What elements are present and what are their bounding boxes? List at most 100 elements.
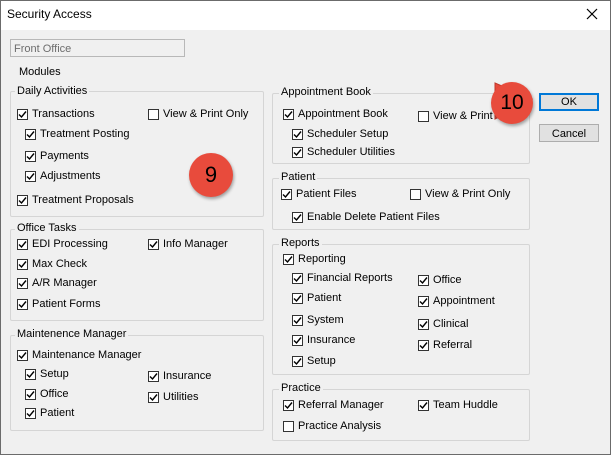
financial-reports-checkbox[interactable]: Financial Reports — [292, 272, 393, 284]
checkbox-checked-icon[interactable] — [292, 211, 303, 223]
checkbox-checked-icon[interactable] — [292, 128, 303, 140]
patient-forms-checkbox[interactable]: Patient Forms — [17, 298, 100, 310]
reports-insurance-checkbox[interactable]: Insurance — [292, 334, 355, 346]
checkbox-checked-icon[interactable] — [148, 391, 159, 403]
checkbox-checked-icon[interactable] — [25, 128, 36, 140]
scheduler-setup-checkbox[interactable]: Scheduler Setup — [292, 128, 388, 140]
patient-view-print-only-checkbox[interactable]: View & Print Only — [410, 188, 510, 200]
checkbox-checked-icon[interactable] — [25, 150, 36, 162]
checkbox-checked-icon[interactable] — [292, 292, 303, 304]
reports-setup-checkbox[interactable]: Setup — [292, 355, 336, 367]
checkbox-checked-icon[interactable] — [148, 238, 159, 250]
checkbox-checked-icon[interactable] — [418, 339, 429, 351]
checkbox-label: Appointment — [433, 295, 495, 307]
treatment-proposals-checkbox[interactable]: Treatment Proposals — [17, 194, 134, 206]
checkbox-label: A/R Manager — [32, 277, 97, 289]
payments-checkbox[interactable]: Payments — [25, 150, 89, 162]
checkbox-label: Financial Reports — [307, 272, 393, 284]
checkbox-checked-icon[interactable] — [148, 370, 159, 382]
checkbox-label: Treatment Posting — [40, 128, 130, 140]
transactions-checkbox[interactable]: Transactions — [17, 108, 95, 120]
maintenance-manager-checkbox[interactable]: Maintenance Manager — [17, 349, 141, 361]
checkbox-label: Patient — [307, 292, 342, 304]
ar-manager-checkbox[interactable]: A/R Manager — [17, 277, 97, 289]
maintenance-manager-legend: Maintenence Manager — [15, 328, 129, 340]
adjustments-checkbox[interactable]: Adjustments — [25, 170, 101, 182]
practice-analysis-checkbox[interactable]: Practice Analysis — [283, 420, 381, 432]
reporting-checkbox[interactable]: Reporting — [283, 253, 346, 265]
scheduler-utilities-checkbox[interactable]: Scheduler Utilities — [292, 146, 395, 158]
checkbox-checked-icon[interactable] — [17, 258, 28, 270]
checkbox-label: Office — [40, 388, 69, 400]
appointment-book-checkbox[interactable]: Appointment Book — [283, 108, 388, 120]
ok-button[interactable]: OK — [539, 93, 599, 111]
checkbox-label: Office — [433, 274, 462, 286]
info-manager-checkbox[interactable]: Info Manager — [148, 238, 228, 250]
checkbox-checked-icon[interactable] — [17, 277, 28, 289]
checkbox-checked-icon[interactable] — [292, 272, 303, 284]
checkbox-checked-icon[interactable] — [292, 146, 303, 158]
security-access-dialog: Security Access Front Office Modules Dai… — [0, 0, 611, 455]
reports-legend: Reports — [279, 237, 322, 249]
checkbox-checked-icon[interactable] — [292, 355, 303, 367]
checkbox-checked-icon[interactable] — [283, 108, 294, 120]
modules-label: Modules — [19, 66, 61, 78]
reports-patient-checkbox[interactable]: Patient — [292, 292, 341, 304]
checkbox-unchecked-icon[interactable] — [148, 108, 159, 120]
reports-referral-checkbox[interactable]: Referral — [418, 339, 472, 351]
checkbox-checked-icon[interactable] — [292, 334, 303, 346]
reports-office-checkbox[interactable]: Office — [418, 274, 462, 286]
checkbox-label: Setup — [307, 355, 336, 367]
checkbox-checked-icon[interactable] — [17, 108, 28, 120]
treatment-posting-checkbox[interactable]: Treatment Posting — [25, 128, 129, 140]
checkbox-checked-icon[interactable] — [283, 253, 294, 265]
checkbox-label: Payments — [40, 150, 89, 162]
checkbox-checked-icon[interactable] — [17, 349, 28, 361]
checkbox-label: Referral Manager — [298, 399, 384, 411]
checkbox-checked-icon[interactable] — [418, 399, 429, 411]
edi-processing-checkbox[interactable]: EDI Processing — [17, 238, 108, 250]
max-check-checkbox[interactable]: Max Check — [17, 258, 87, 270]
daily-view-print-only-checkbox[interactable]: View & Print Only — [148, 108, 248, 120]
checkbox-unchecked-icon[interactable] — [410, 188, 421, 200]
close-icon[interactable] — [583, 5, 601, 23]
mm-patient-checkbox[interactable]: Patient — [25, 407, 74, 419]
checkbox-label: Max Check — [32, 258, 88, 270]
practice-group — [272, 389, 530, 441]
checkbox-label: Team Huddle — [433, 399, 498, 411]
checkbox-label: Insurance — [307, 334, 356, 346]
checkbox-label: Transactions — [32, 108, 95, 120]
checkbox-label: Adjustments — [40, 170, 101, 182]
checkbox-checked-icon[interactable] — [283, 399, 294, 411]
checkbox-checked-icon[interactable] — [418, 274, 429, 286]
mm-utilities-checkbox[interactable]: Utilities — [148, 391, 198, 403]
checkbox-checked-icon[interactable] — [292, 314, 303, 326]
referral-manager-checkbox[interactable]: Referral Manager — [283, 399, 384, 411]
reports-clinical-checkbox[interactable]: Clinical — [418, 318, 468, 330]
checkbox-unchecked-icon[interactable] — [418, 110, 429, 122]
daily-activities-legend: Daily Activities — [15, 85, 90, 97]
checkbox-checked-icon[interactable] — [281, 188, 292, 200]
checkbox-checked-icon[interactable] — [17, 298, 28, 310]
checkbox-checked-icon[interactable] — [25, 388, 36, 400]
enable-delete-patient-files-checkbox[interactable]: Enable Delete Patient Files — [292, 211, 440, 223]
checkbox-checked-icon[interactable] — [17, 194, 28, 206]
reports-system-checkbox[interactable]: System — [292, 314, 344, 326]
checkbox-checked-icon[interactable] — [25, 407, 36, 419]
mm-office-checkbox[interactable]: Office — [25, 388, 69, 400]
cancel-button[interactable]: Cancel — [539, 124, 599, 142]
checkbox-unchecked-icon[interactable] — [283, 420, 294, 432]
checkbox-checked-icon[interactable] — [25, 170, 36, 182]
reports-appointment-checkbox[interactable]: Appointment — [418, 295, 495, 307]
mm-insurance-checkbox[interactable]: Insurance — [148, 370, 211, 382]
checkbox-checked-icon[interactable] — [17, 238, 28, 250]
checkbox-checked-icon[interactable] — [418, 318, 429, 330]
team-huddle-checkbox[interactable]: Team Huddle — [418, 399, 498, 411]
checkbox-checked-icon[interactable] — [25, 368, 36, 380]
office-tasks-legend: Office Tasks — [15, 222, 79, 234]
checkbox-label: Maintenance Manager — [32, 349, 142, 361]
patient-files-checkbox[interactable]: Patient Files — [281, 188, 357, 200]
mm-setup-checkbox[interactable]: Setup — [25, 368, 69, 380]
checkbox-checked-icon[interactable] — [418, 295, 429, 307]
step-10-badge: 10 — [491, 82, 533, 124]
